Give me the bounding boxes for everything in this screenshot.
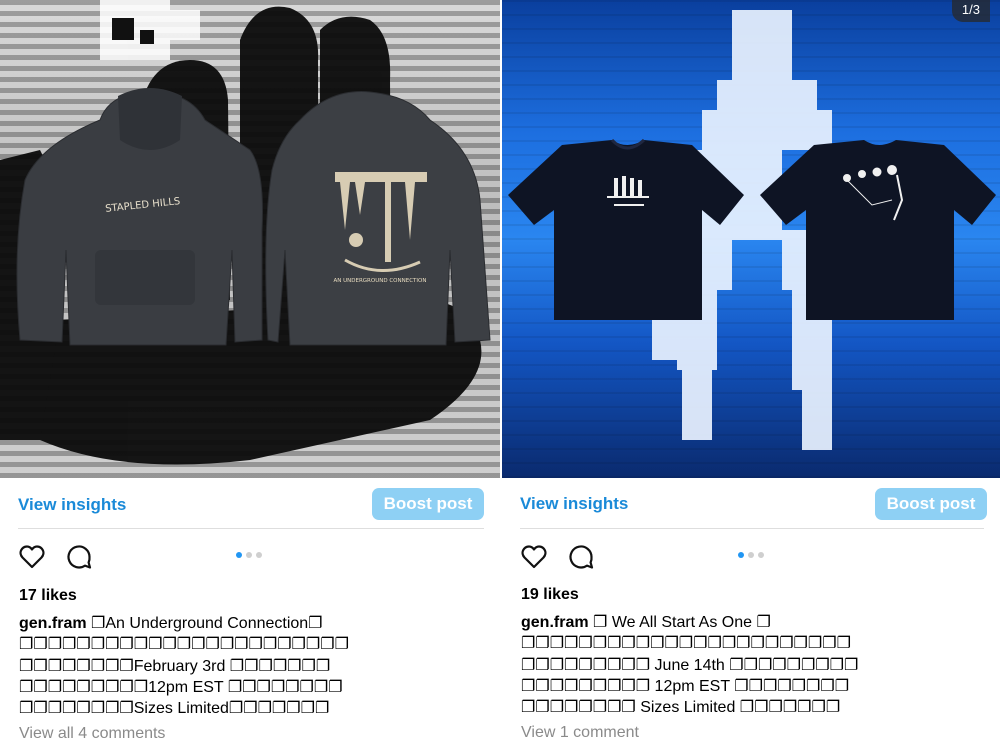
caption-line: ❐❐❐❐❐❐❐❐❐12pm EST ❐❐❐❐❐❐❐❐ — [19, 678, 343, 696]
view-insights-link[interactable]: View insights — [18, 495, 126, 515]
carousel-dot — [246, 552, 252, 558]
caption-line: ❐ We All Start As One ❐ — [593, 614, 771, 631]
caption-line: ❐❐❐❐❐❐❐❐❐ June 14th ❐❐❐❐❐❐❐❐❐ — [521, 656, 859, 674]
caption-line: ❐❐❐❐❐❐❐❐Sizes Limited❐❐❐❐❐❐❐ — [19, 700, 330, 718]
carousel-dot — [748, 552, 754, 558]
post-card-left: STAPLED HILLS AN UNDERGROUND CONNECTION … — [0, 0, 500, 750]
boost-post-button[interactable]: Boost post — [875, 488, 987, 520]
comment-icon[interactable] — [567, 543, 595, 571]
boost-post-button[interactable]: Boost post — [372, 488, 484, 520]
username[interactable]: gen.fram — [19, 615, 87, 632]
view-insights-link[interactable]: View insights — [520, 494, 628, 514]
tshirts-artwork — [508, 10, 996, 450]
caption: gen.fram ❐An Underground Connection❐ ❐❐❐… — [19, 613, 349, 719]
post-media[interactable]: STAPLED HILLS AN UNDERGROUND CONNECTION — [0, 0, 500, 478]
comment-icon[interactable] — [65, 543, 93, 571]
slide-counter: 1/3 — [951, 0, 990, 22]
username[interactable]: gen.fram — [521, 614, 589, 631]
divider — [520, 528, 984, 529]
caption-line: ❐❐❐❐❐❐❐❐ Sizes Limited ❐❐❐❐❐❐❐ — [521, 699, 841, 717]
post-media[interactable]: 1/3 — [502, 0, 1000, 478]
carousel-dot — [738, 552, 744, 558]
back-print-text: AN UNDERGROUND CONNECTION — [334, 278, 427, 284]
likes-count[interactable]: 17 likes — [19, 587, 77, 605]
hoodies-artwork: STAPLED HILLS AN UNDERGROUND CONNECTION — [0, 0, 491, 465]
hoodie-back — [265, 91, 491, 346]
caption-line: ❐❐❐❐❐❐❐❐❐❐❐❐❐❐❐❐❐❐❐❐❐❐❐ — [521, 635, 851, 653]
insights-bar: View insights Boost post — [502, 478, 1000, 530]
view-comments-link[interactable]: View all 4 comments — [19, 725, 165, 743]
carousel-dot — [256, 552, 262, 558]
caption-line: ❐An Underground Connection❐ — [91, 615, 323, 632]
post-card-right: 1/3 View insights Boost post 19 likes ge… — [502, 0, 1000, 750]
heart-icon[interactable] — [520, 543, 548, 571]
caption-line: ❐❐❐❐❐❐❐❐❐❐❐❐❐❐❐❐❐❐❐❐❐❐❐ — [19, 636, 349, 654]
caption: gen.fram ❐ We All Start As One ❐ ❐❐❐❐❐❐❐… — [521, 612, 858, 718]
heart-icon[interactable] — [18, 543, 46, 571]
divider — [18, 528, 484, 529]
caption-line: ❐❐❐❐❐❐❐❐❐ 12pm EST ❐❐❐❐❐❐❐❐ — [521, 677, 850, 695]
caption-line: ❐❐❐❐❐❐❐❐February 3rd ❐❐❐❐❐❐❐ — [19, 657, 331, 675]
carousel-dot — [758, 552, 764, 558]
view-comments-link[interactable]: View 1 comment — [521, 724, 639, 742]
insights-bar: View insights Boost post — [0, 478, 500, 530]
likes-count[interactable]: 19 likes — [521, 586, 579, 604]
carousel-dot — [236, 552, 242, 558]
